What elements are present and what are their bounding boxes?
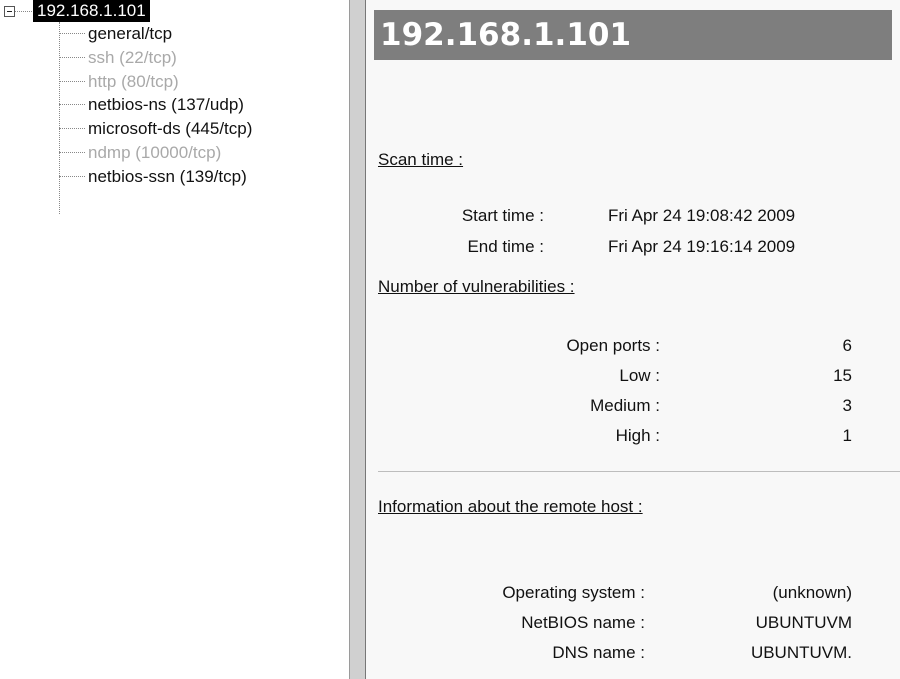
dns-name-label: DNS name : (552, 643, 645, 662)
os-label: Operating system : (502, 583, 645, 602)
tree-connector (59, 57, 85, 58)
tree-item-label: netbios-ssn (139/tcp) (88, 166, 247, 186)
tree-root-label[interactable]: 192.168.1.101 (33, 0, 150, 22)
dns-name-value: UBUNTUVM. (750, 643, 852, 662)
open-ports-label: Open ports : (566, 336, 660, 355)
high-label: High : (615, 426, 660, 445)
collapse-toggle-icon[interactable] (4, 6, 15, 17)
tree-item-label: ndmp (10000/tcp) (88, 142, 222, 162)
end-time-label: End time : (467, 237, 544, 256)
tree-item-label: http (80/tcp) (88, 71, 179, 91)
netbios-name-label: NetBIOS name : (521, 613, 645, 632)
os-value: (unknown) (772, 583, 852, 602)
tree-item-microsoft-ds[interactable]: microsoft-ds (445/tcp) (59, 117, 252, 140)
tree-item-label: netbios-ns (137/udp) (88, 94, 244, 114)
report-pane: 192.168.1.101 Scan time : Start time : F… (366, 0, 900, 679)
scan-time-heading: Scan time : (378, 150, 464, 169)
tree-item-http[interactable]: http (80/tcp) (59, 70, 179, 93)
high-value: 1 (842, 426, 852, 445)
tree-item-ndmp[interactable]: ndmp (10000/tcp) (59, 141, 221, 164)
low-label: Low : (619, 366, 660, 385)
pane-splitter[interactable] (349, 0, 366, 679)
remote-host-heading: Information about the remote host : (378, 497, 643, 516)
report-title: 192.168.1.101 (374, 10, 892, 60)
tree-connector (15, 11, 34, 12)
tree-item-label: ssh (22/tcp) (88, 47, 177, 67)
start-time-value: Fri Apr 24 19:08:42 2009 (608, 206, 796, 225)
tree-item-netbios-ns[interactable]: netbios-ns (137/udp) (59, 93, 244, 116)
netbios-name-value: UBUNTUVM (755, 613, 852, 632)
tree-connector (59, 33, 85, 34)
tree-connector (59, 152, 85, 153)
section-divider (378, 471, 900, 472)
medium-value: 3 (842, 396, 852, 415)
host-tree-pane: 192.168.1.101 general/tcp ssh (22/tcp) h… (0, 0, 349, 679)
tree-connector (59, 176, 85, 177)
tree-item-label: microsoft-ds (445/tcp) (88, 118, 253, 138)
tree-connector (59, 81, 85, 82)
vulnerabilities-heading: Number of vulnerabilities : (378, 277, 575, 296)
tree-item-general[interactable]: general/tcp (59, 22, 172, 45)
medium-label: Medium : (590, 396, 660, 415)
tree-connector (59, 128, 85, 129)
tree-item-ssh[interactable]: ssh (22/tcp) (59, 46, 177, 69)
tree-item-netbios-ssn[interactable]: netbios-ssn (139/tcp) (59, 165, 247, 188)
start-time-label: Start time : (461, 206, 544, 225)
open-ports-value: 6 (842, 336, 852, 355)
low-value: 15 (833, 366, 852, 385)
end-time-value: Fri Apr 24 19:16:14 2009 (608, 237, 796, 256)
tree-connector (59, 104, 85, 105)
tree-item-label: general/tcp (88, 23, 173, 43)
